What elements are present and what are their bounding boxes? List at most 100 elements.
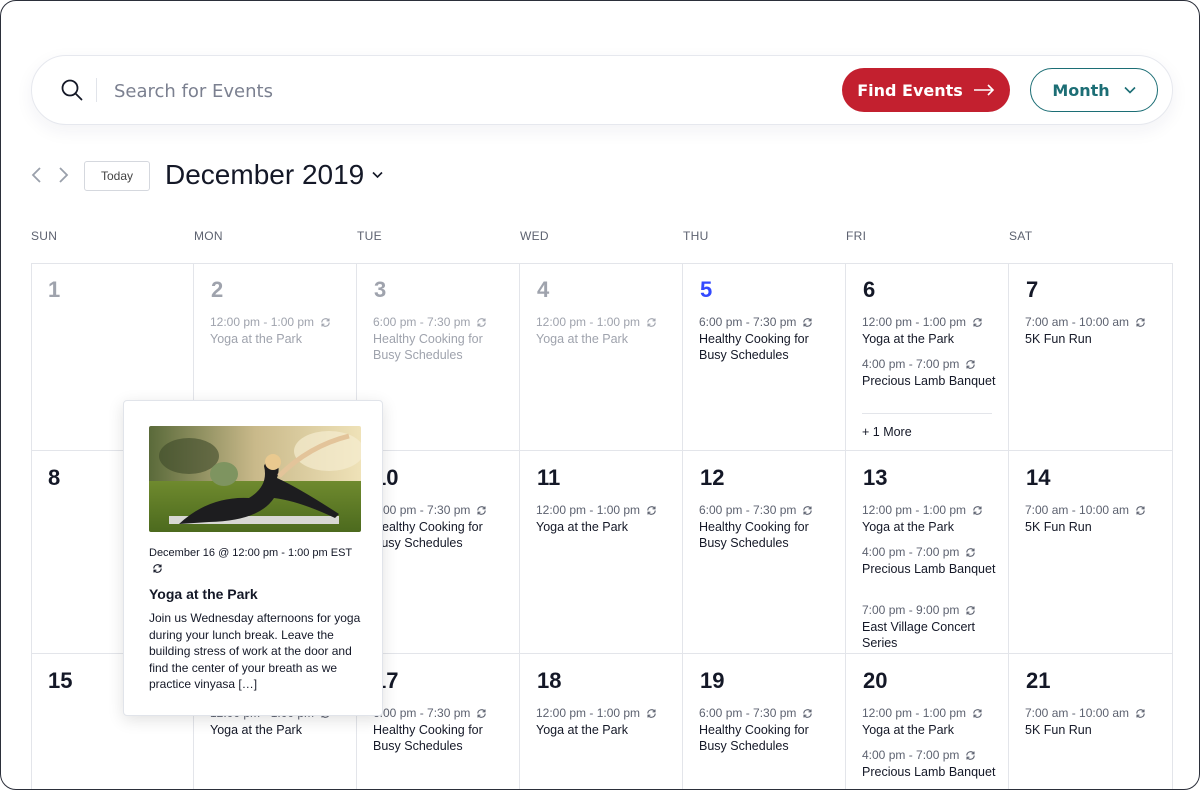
day-cell[interactable]: 13 12:00 pm - 1:00 pm Yoga at the Park 4:00… (846, 451, 1009, 654)
event-time: 6:00 pm - 7:30 pm (699, 503, 839, 517)
calendar-event[interactable]: 6:00 pm - 7:30 pm Healthy Cooking for Bus… (699, 503, 839, 551)
view-selector-button[interactable]: Month (1030, 68, 1158, 112)
event-title[interactable]: Healthy Cooking for Busy Schedules (699, 519, 839, 551)
day-cell[interactable]: 7 7:00 am - 10:00 am 5K Fun Run (1009, 263, 1173, 451)
event-time: 12:00 pm - 1:00 pm (210, 315, 350, 329)
calendar-event[interactable]: 7:00 am - 10:00 am 5K Fun Run (1025, 315, 1165, 347)
event-time-label: 6:00 pm - 7:30 pm (699, 706, 797, 720)
calendar-event[interactable]: 7:00 am - 10:00 am 5K Fun Run (1025, 503, 1165, 535)
event-time-label: 7:00 am - 10:00 am (1025, 706, 1130, 720)
calendar-event[interactable]: 7:00 am - 10:00 am 5K Fun Run (1025, 706, 1165, 738)
day-cell[interactable]: 6 12:00 pm - 1:00 pm Yoga at the Park 4:00 … (846, 263, 1009, 451)
day-number[interactable]: 2 (211, 277, 223, 303)
day-number[interactable]: 21 (1026, 668, 1050, 694)
calendar-event[interactable]: 6:00 pm - 7:30 pm Healthy Cooking for Bus… (373, 503, 513, 551)
recurring-icon (1136, 708, 1145, 718)
calendar-event[interactable]: 12:00 pm - 1:00 pm Yoga at the Park (862, 315, 1002, 347)
day-number[interactable]: 14 (1026, 465, 1050, 491)
event-time-label: 7:00 am - 10:00 am (1025, 503, 1130, 517)
calendar-event[interactable]: 6:00 pm - 7:30 pm Healthy Cooking for Bus… (373, 706, 513, 754)
event-title[interactable]: Yoga at the Park (536, 722, 676, 738)
calendar-event[interactable]: 4:00 pm - 7:00 pm Precious Lamb Banquet (862, 748, 1002, 780)
calendar-event[interactable]: 12:00 pm - 1:00 pm Yoga at the Park (536, 706, 676, 738)
day-number[interactable]: 6 (863, 277, 875, 303)
event-title[interactable]: Healthy Cooking for Busy Schedules (699, 722, 839, 754)
event-title[interactable]: Yoga at the Park (149, 586, 258, 602)
day-cell[interactable]: 21 7:00 am - 10:00 am 5K Fun Run (1009, 654, 1173, 789)
event-time-label: 4:00 pm - 7:00 pm (862, 748, 960, 762)
day-cell[interactable]: 14 7:00 am - 10:00 am 5K Fun Run (1009, 451, 1173, 654)
yoga-photo (149, 426, 361, 532)
day-cell[interactable]: 19 6:00 pm - 7:30 pm Healthy Cooking for B… (683, 654, 846, 789)
event-title[interactable]: Healthy Cooking for Busy Schedules (373, 331, 513, 363)
event-title[interactable]: Healthy Cooking for Busy Schedules (373, 722, 513, 754)
weekday-header: WED (520, 229, 549, 243)
event-title[interactable]: 5K Fun Run (1025, 519, 1165, 535)
day-number[interactable]: 13 (863, 465, 887, 491)
event-title[interactable]: Precious Lamb Banquet (862, 561, 1002, 577)
event-title[interactable]: Healthy Cooking for Busy Schedules (699, 331, 839, 363)
day-number[interactable]: 7 (1026, 277, 1038, 303)
day-number[interactable]: 18 (537, 668, 561, 694)
event-time: 12:00 pm - 1:00 pm (536, 706, 676, 720)
event-title[interactable]: Yoga at the Park (862, 331, 1002, 347)
calendar-event[interactable]: 12:00 pm - 1:00 pm Yoga at the Park (210, 315, 350, 347)
day-number[interactable]: 11 (537, 465, 560, 491)
event-title[interactable]: Yoga at the Park (536, 331, 676, 347)
recurring-icon (1136, 317, 1145, 327)
day-cell[interactable]: 5 6:00 pm - 7:30 pm Healthy Cooking for Bu… (683, 263, 846, 451)
event-time-label: 4:00 pm - 7:00 pm (862, 545, 960, 559)
day-cell[interactable]: 12 6:00 pm - 7:30 pm Healthy Cooking for B… (683, 451, 846, 654)
event-title[interactable]: Yoga at the Park (862, 519, 1002, 535)
app-frame: Find Events Month Today December 2019 SU… (0, 0, 1200, 790)
day-number[interactable]: 8 (48, 465, 60, 491)
day-number[interactable]: 15 (48, 668, 72, 694)
day-cell[interactable]: 11 12:00 pm - 1:00 pm Yoga at the Park (520, 451, 683, 654)
event-time: 4:00 pm - 7:00 pm (862, 357, 1002, 371)
event-time: 4:00 pm - 7:00 pm (862, 748, 1002, 762)
calendar-event[interactable]: 12:00 pm - 1:00 pm Yoga at the Park (862, 706, 1002, 738)
event-time: 6:00 pm - 7:30 pm (373, 706, 513, 720)
event-time-label: 6:00 pm - 7:30 pm (373, 503, 471, 517)
day-number[interactable]: 1 (48, 277, 60, 303)
day-number[interactable]: 4 (537, 277, 549, 303)
event-time-label: 12:00 pm - 1:00 pm (536, 315, 641, 329)
next-month-icon[interactable] (53, 165, 73, 185)
day-cell[interactable]: 18 12:00 pm - 1:00 pm Yoga at the Park (520, 654, 683, 789)
event-title[interactable]: Yoga at the Park (210, 722, 350, 738)
event-title[interactable]: Precious Lamb Banquet (862, 764, 1002, 780)
calendar-event[interactable]: 4:00 pm - 7:00 pm Precious Lamb Banquet (862, 545, 1002, 577)
calendar-event[interactable]: 4:00 pm - 7:00 pm Precious Lamb Banquet (862, 357, 1002, 389)
event-title[interactable]: Yoga at the Park (862, 722, 1002, 738)
event-title[interactable]: Yoga at the Park (536, 519, 676, 535)
day-number[interactable]: 12 (700, 465, 724, 491)
today-button[interactable]: Today (84, 161, 150, 191)
event-title[interactable]: East Village Concert Series (862, 619, 1002, 651)
day-number[interactable]: 3 (374, 277, 386, 303)
event-title[interactable]: 5K Fun Run (1025, 331, 1165, 347)
calendar-event[interactable]: 12:00 pm - 1:00 pm Yoga at the Park (862, 503, 1002, 535)
event-title[interactable]: Yoga at the Park (210, 331, 350, 347)
calendar-event[interactable]: 12:00 pm - 1:00 pm Yoga at the Park (536, 503, 676, 535)
recurring-icon (1136, 505, 1145, 515)
day-cell[interactable]: 20 12:00 pm - 1:00 pm Yoga at the Park 4:00… (846, 654, 1009, 789)
calendar-event[interactable]: 6:00 pm - 7:30 pm Healthy Cooking for Bus… (699, 315, 839, 363)
day-number[interactable]: 20 (863, 668, 887, 694)
previous-month-icon[interactable] (27, 165, 47, 185)
calendar-event[interactable]: 6:00 pm - 7:30 pm Healthy Cooking for Bus… (699, 706, 839, 754)
calendar-event[interactable]: 12:00 pm - 1:00 pm Yoga at the Park (536, 315, 676, 347)
calendar-event[interactable]: 7:00 pm - 9:00 pm East Village Concert Se… (862, 603, 1002, 651)
event-time-label: 12:00 pm - 1:00 pm (210, 315, 315, 329)
recurring-icon (647, 505, 656, 515)
more-events-link[interactable]: + 1 More (862, 425, 912, 439)
search-input[interactable] (112, 74, 716, 108)
month-title[interactable]: December 2019 (165, 159, 383, 191)
find-events-button[interactable]: Find Events (842, 68, 1010, 112)
day-number[interactable]: 5 (700, 277, 712, 303)
event-title[interactable]: Precious Lamb Banquet (862, 373, 1002, 389)
event-title[interactable]: 5K Fun Run (1025, 722, 1165, 738)
day-number[interactable]: 19 (700, 668, 724, 694)
day-cell[interactable]: 4 12:00 pm - 1:00 pm Yoga at the Park (520, 263, 683, 451)
event-title[interactable]: Healthy Cooking for Busy Schedules (373, 519, 513, 551)
calendar-event[interactable]: 6:00 pm - 7:30 pm Healthy Cooking for Bus… (373, 315, 513, 363)
